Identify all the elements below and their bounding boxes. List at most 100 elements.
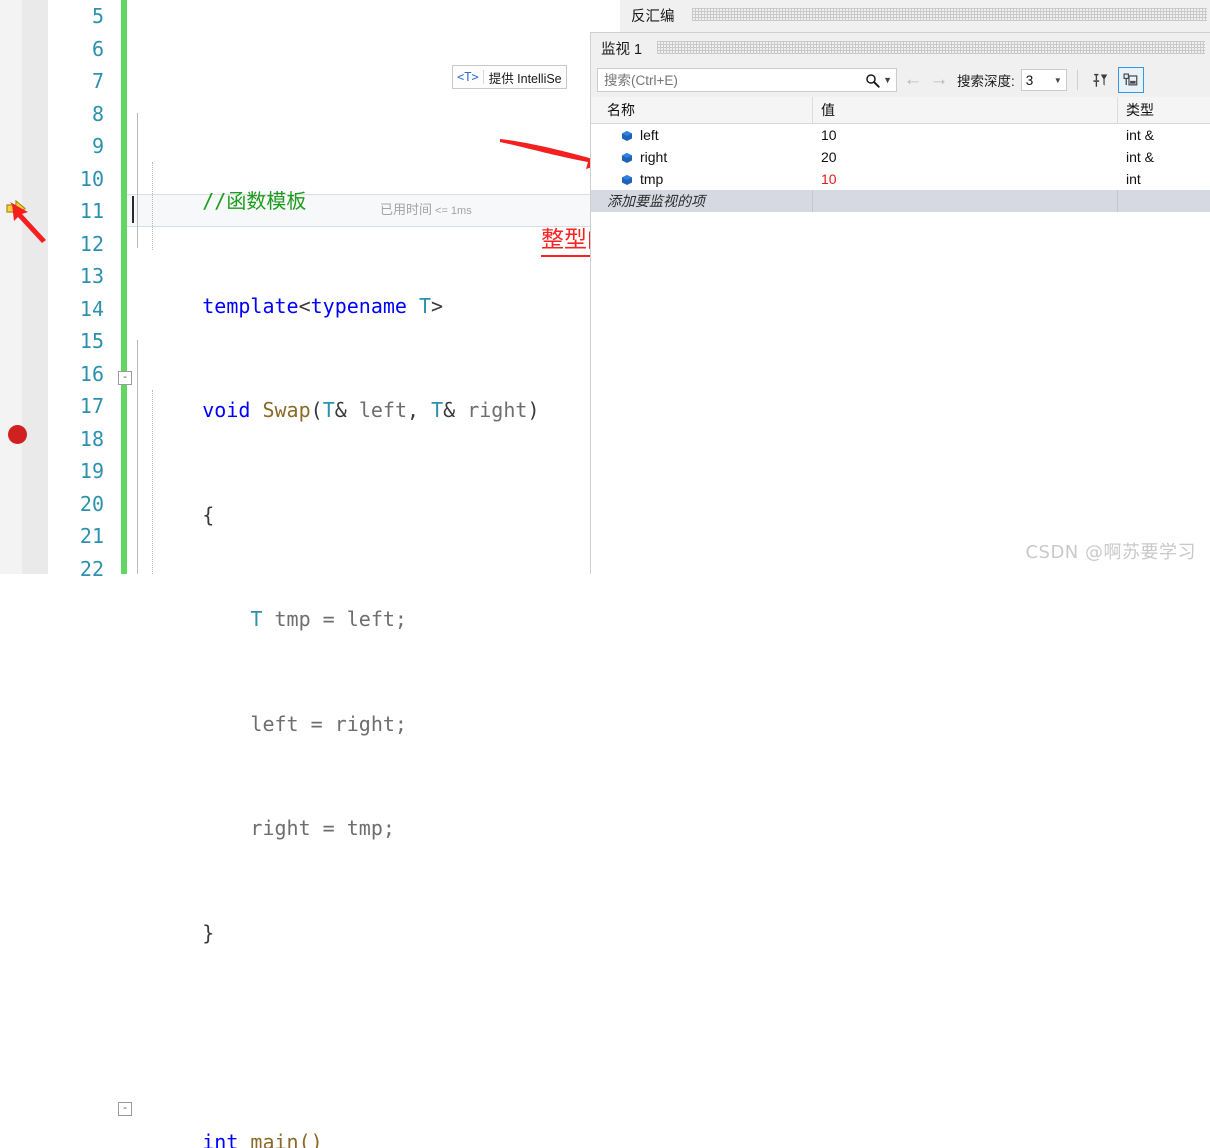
code-keyword: void — [202, 398, 250, 422]
editor-breakpoint-margin[interactable] — [22, 0, 48, 574]
code-punctuation: & — [335, 398, 347, 422]
code-punctuation: ) — [527, 398, 539, 422]
line-number: 13 — [48, 260, 110, 293]
search-options-chevron-down-icon[interactable]: ▼ — [883, 75, 892, 85]
elapsed-time-annotation: 已用时间 <= 1ms — [380, 199, 472, 218]
line-number: 7 — [48, 65, 110, 98]
table-row[interactable]: tmp 10 int — [591, 168, 1210, 190]
line-number: 17 — [48, 390, 110, 423]
watch-variable-type: int & — [1118, 127, 1210, 143]
code-keyword: template — [202, 294, 298, 318]
code-space — [407, 294, 419, 318]
code-identifier: right = tmp; — [250, 816, 395, 840]
code-line[interactable]: } — [130, 884, 730, 917]
watch-toolbar[interactable]: ▼ ← → 搜索深度: 3 ▼ — [591, 63, 1210, 97]
line-number-gutter: 5 6 7 8 9 10 11 12 13 14 15 16 17 18 19 … — [48, 0, 110, 574]
code-keyword: typename — [311, 294, 407, 318]
code-space — [250, 398, 262, 422]
code-punctuation: , — [407, 398, 431, 422]
code-identifier: tmp = left; — [262, 607, 407, 631]
elapsed-time-label: 已用时间 — [380, 199, 432, 218]
search-prev-button[interactable]: ← — [903, 69, 923, 91]
disassembly-tab-header[interactable]: 反汇编 — [620, 0, 1210, 32]
hex-display-icon[interactable] — [1118, 67, 1144, 93]
watch-variable-name: left — [640, 127, 659, 143]
code-indent — [202, 607, 250, 631]
search-depth-select[interactable]: 3 ▼ — [1021, 69, 1067, 91]
editor-indicator-margin[interactable] — [0, 0, 23, 574]
magnifier-icon[interactable] — [865, 73, 880, 88]
code-function-name: Swap — [262, 398, 310, 422]
disassembly-tab-label: 反汇编 — [631, 5, 675, 26]
column-header-value[interactable]: 值 — [813, 97, 1118, 123]
watch-variable-type: int — [1118, 171, 1210, 187]
watch-variable-name: right — [640, 149, 667, 165]
code-type: T — [250, 607, 262, 631]
line-number: 22 — [48, 553, 110, 586]
line-number: 20 — [48, 488, 110, 521]
code-comment: //函数模板 — [202, 189, 306, 213]
fold-toggle-icon[interactable]: - — [118, 1102, 132, 1116]
watch-add-item-placeholder[interactable]: 添加要监视的项 — [591, 190, 813, 212]
tab-drag-hatch — [657, 41, 1205, 54]
watch-variables-table[interactable]: 名称 值 类型 left 10 int & — [591, 97, 1210, 575]
code-brace: } — [202, 921, 214, 945]
line-number: 5 — [48, 0, 110, 33]
watch-variable-name: tmp — [640, 171, 663, 187]
watch-row-name-cell[interactable]: left — [591, 127, 813, 143]
code-punctuation: & — [443, 398, 455, 422]
watch-add-item-type-cell[interactable] — [1118, 190, 1210, 212]
code-indent — [202, 816, 250, 840]
watch-window-panel[interactable]: 监视 1 ▼ ← → 搜索深度: 3 ▼ — [590, 32, 1210, 574]
document-change-bar — [121, 0, 127, 574]
code-keyword: int — [202, 1130, 238, 1148]
watch-add-item-row[interactable]: 添加要监视的项 — [591, 190, 1210, 212]
code-brace: { — [202, 503, 214, 527]
line-number: 11 — [48, 195, 110, 228]
code-identifier: left — [347, 398, 407, 422]
column-header-name[interactable]: 名称 — [591, 97, 813, 123]
code-identifier: right — [455, 398, 527, 422]
line-number: 16 — [48, 358, 110, 391]
fold-toggle-icon[interactable]: - — [118, 371, 132, 385]
code-line[interactable] — [130, 989, 730, 1022]
watch-tab-header[interactable]: 监视 1 — [591, 33, 1210, 64]
table-row[interactable]: right 20 int & — [591, 146, 1210, 168]
search-depth-label: 搜索深度: — [957, 70, 1015, 90]
code-line[interactable]: right = tmp; — [130, 780, 730, 813]
line-number: 21 — [48, 520, 110, 553]
watch-variable-type: int & — [1118, 149, 1210, 165]
code-type: T — [431, 398, 443, 422]
watch-tab-label: 监视 1 — [601, 38, 642, 59]
search-depth-chevron-down-icon[interactable]: ▼ — [1054, 76, 1062, 85]
line-number: 14 — [48, 293, 110, 326]
search-input-container[interactable]: ▼ — [597, 68, 897, 92]
watch-row-name-cell[interactable]: right — [591, 149, 813, 165]
watch-variable-value[interactable]: 10 — [813, 127, 1118, 143]
code-punctuation: < — [299, 294, 311, 318]
code-punctuation: > — [431, 294, 443, 318]
search-depth-value: 3 — [1026, 73, 1034, 88]
watch-row-name-cell[interactable]: tmp — [591, 171, 813, 187]
intellisense-hint-text: 提供 IntelliSe — [489, 68, 562, 87]
intellisense-hint[interactable]: <T> 提供 IntelliSe — [452, 65, 567, 89]
column-header-type[interactable]: 类型 — [1118, 97, 1210, 123]
breakpoint-indicator[interactable] — [8, 425, 27, 444]
code-function-name: main() — [238, 1130, 322, 1148]
variable-icon — [621, 151, 633, 163]
code-line[interactable]: T tmp = left; — [130, 571, 730, 604]
code-line[interactable]: -int main() — [130, 1093, 730, 1126]
code-type: T — [323, 398, 335, 422]
line-number: 10 — [48, 163, 110, 196]
search-next-button[interactable]: → — [929, 69, 949, 91]
watch-add-item-value-cell[interactable] — [813, 190, 1118, 212]
annotation-arrow-left-icon — [6, 200, 52, 244]
watch-variable-value[interactable]: 10 — [813, 171, 1118, 187]
variable-icon — [621, 129, 633, 141]
code-line[interactable]: left = right; — [130, 675, 730, 708]
table-row[interactable]: left 10 int & — [591, 124, 1210, 146]
watch-variable-value[interactable]: 20 — [813, 149, 1118, 165]
search-input[interactable] — [602, 72, 865, 89]
pin-filter-icon[interactable] — [1088, 68, 1112, 92]
elapsed-time-value: <= 1ms — [435, 205, 472, 217]
